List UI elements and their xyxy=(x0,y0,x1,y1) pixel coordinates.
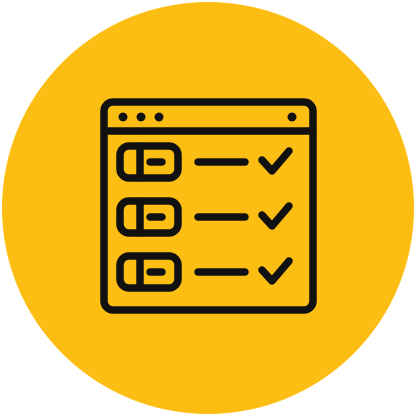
window-dot-1 xyxy=(118,112,128,122)
window-dot-3 xyxy=(154,112,164,122)
window-dot-2 xyxy=(136,112,146,122)
window-dot-right xyxy=(287,112,297,122)
icon-canvas xyxy=(0,0,416,416)
browser-checklist-icon xyxy=(2,2,414,414)
background-circle xyxy=(2,2,414,414)
